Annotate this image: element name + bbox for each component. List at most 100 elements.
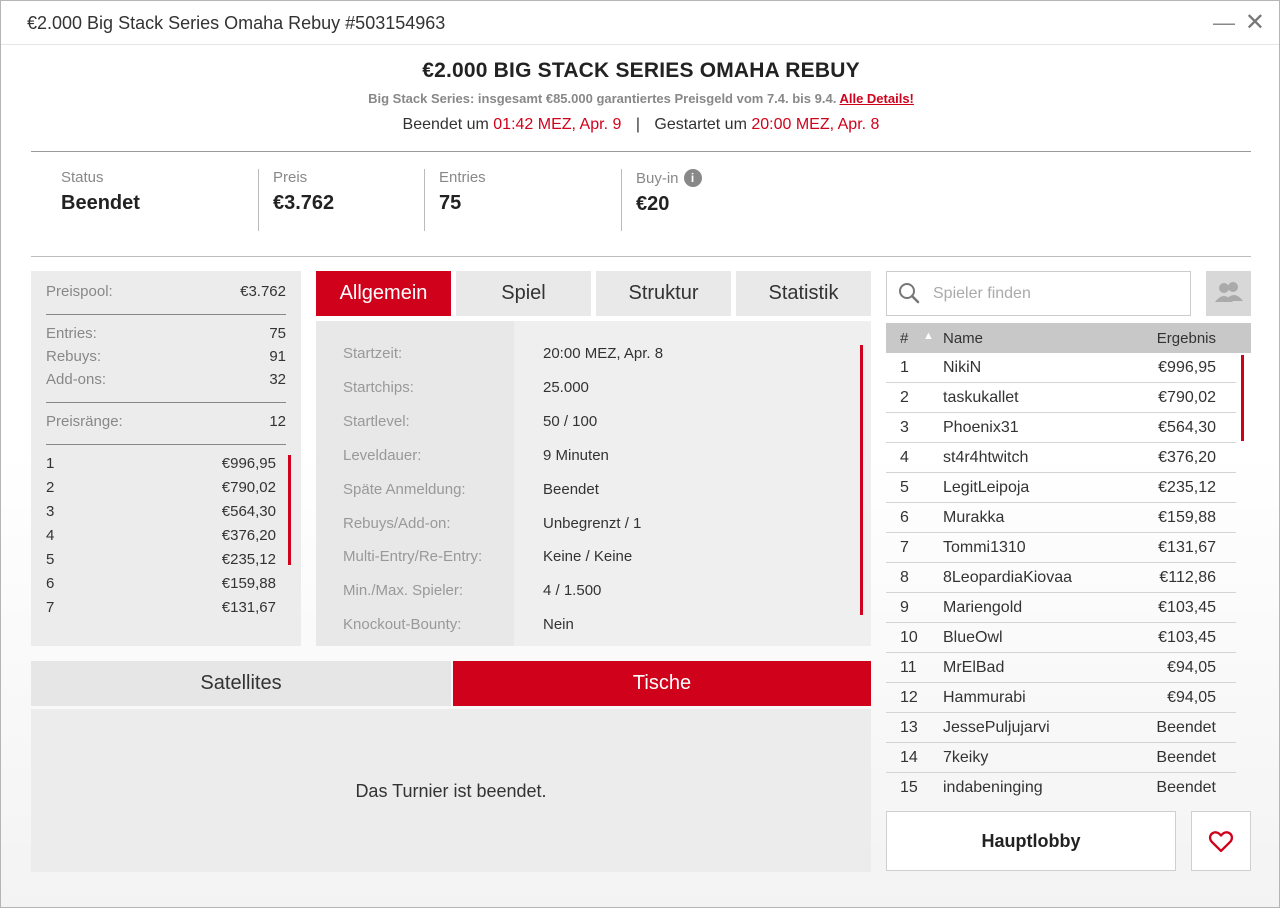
tournament-lobby-window: €2.000 Big Stack Series Omaha Rebuy #503… <box>0 0 1280 908</box>
player-row[interactable]: 15 indabeninging Beendet <box>886 773 1236 801</box>
ended-label: Beendet um <box>402 116 489 133</box>
player-row[interactable]: 9 Mariengold €103,45 <box>886 593 1236 623</box>
tournament-ended-message: Das Turnier ist beendet. <box>355 781 547 801</box>
window-title: €2.000 Big Stack Series Omaha Rebuy #503… <box>27 13 446 33</box>
rank-position: 3 <box>46 503 55 520</box>
detail-label: Min./Max. Spieler: <box>343 582 464 599</box>
prizepool-row: Preispool: €3.762 <box>46 283 286 306</box>
title-bar: €2.000 Big Stack Series Omaha Rebuy #503… <box>1 1 1279 45</box>
player-rank: 6 <box>900 509 909 526</box>
prize-rank-row: 4 €376,20 <box>46 527 276 551</box>
stat-label: Preis <box>273 169 308 186</box>
player-name: Hammurabi <box>943 689 1026 706</box>
prizepool-value: €3.762 <box>240 283 286 300</box>
friends-button[interactable] <box>1206 271 1251 316</box>
stat-value: 75 <box>439 192 462 214</box>
player-name: JessePuljujarvi <box>943 719 1050 736</box>
player-row[interactable]: 10 BlueOwl €103,45 <box>886 623 1236 653</box>
scrollbar[interactable] <box>288 455 291 565</box>
info-tabs: Allgemein Spiel Struktur Statistik <box>316 271 871 316</box>
prize-panel: Preispool: €3.762 Entries: 75 Rebuys: 91… <box>31 271 301 646</box>
rank-position: 4 <box>46 527 55 544</box>
player-name: taskukallet <box>943 389 1019 406</box>
prize-rank-list[interactable]: 1 €996,95 2 €790,02 3 €564,30 4 €376,20 5 €23… <box>46 455 291 623</box>
player-rank: 3 <box>900 419 909 436</box>
detail-label: Multi-Entry/Re-Entry: <box>343 548 483 565</box>
search-input[interactable]: Spieler finden <box>933 285 1031 303</box>
player-rank: 12 <box>900 689 918 706</box>
player-row[interactable]: 2 taskukallet €790,02 <box>886 383 1236 413</box>
player-result: Beendet <box>1156 779 1216 796</box>
player-rank: 7 <box>900 539 909 556</box>
tab-structure[interactable]: Struktur <box>596 271 731 316</box>
tab-game[interactable]: Spiel <box>456 271 591 316</box>
stat-label: Status <box>61 169 104 186</box>
detail-label: Späte Anmeldung: <box>343 481 466 498</box>
prize-rank-row: 2 €790,02 <box>46 479 276 503</box>
scrollbar[interactable] <box>1241 355 1244 441</box>
all-details-link[interactable]: Alle Details! <box>839 91 913 106</box>
player-row[interactable]: 5 LegitLeipoja €235,12 <box>886 473 1236 503</box>
ended-time: 01:42 MEZ, Apr. 9 <box>493 116 622 133</box>
close-button[interactable]: ✕ <box>1245 8 1265 37</box>
minimize-button[interactable]: — <box>1213 10 1235 36</box>
rank-column-header[interactable]: # <box>900 330 908 347</box>
info-icon[interactable]: i <box>683 169 702 187</box>
player-row[interactable]: 6 Murakka €159,88 <box>886 503 1236 533</box>
prizepool-label: Preispool: <box>46 283 113 300</box>
player-search[interactable]: Spieler finden <box>886 271 1191 316</box>
detail-row: Min./Max. Spieler: 4 / 1.500 <box>316 582 871 616</box>
detail-row: Startlevel: 50 / 100 <box>316 413 871 447</box>
main-lobby-button[interactable]: Hauptlobby <box>886 811 1176 871</box>
player-list-header: # ▲ Name Ergebnis <box>886 323 1251 353</box>
stat-label: Buy-in i <box>636 169 702 187</box>
tournament-times: Beendet um 01:42 MEZ, Apr. 9 | Gestartet… <box>31 116 1251 134</box>
tab-statistics[interactable]: Statistik <box>736 271 871 316</box>
tournament-subtitle: Big Stack Series: insgesamt €85.000 gara… <box>31 91 1251 106</box>
player-row[interactable]: 3 Phoenix31 €564,30 <box>886 413 1236 443</box>
entries-value: 75 <box>269 325 286 342</box>
scrollbar[interactable] <box>860 345 863 615</box>
result-column-header[interactable]: Ergebnis <box>1157 330 1216 347</box>
stats-bar: Status Beendet Preis €3.762 Entries 75 B… <box>31 169 831 231</box>
tab-general[interactable]: Allgemein <box>316 271 451 316</box>
player-row[interactable]: 4 st4r4htwitch €376,20 <box>886 443 1236 473</box>
rank-position: 5 <box>46 551 55 568</box>
detail-value: 9 Minuten <box>543 447 609 464</box>
player-rank: 15 <box>900 779 918 796</box>
name-column-header[interactable]: Name <box>943 330 983 347</box>
tab-satellites[interactable]: Satellites <box>31 661 451 706</box>
player-name: Mariengold <box>943 599 1023 616</box>
player-row[interactable]: 7 Tommi1310 €131,67 <box>886 533 1236 563</box>
prize-rank-row: 1 €996,95 <box>46 455 276 479</box>
tab-tables[interactable]: Tische <box>453 661 871 706</box>
player-result: €103,45 <box>1158 629 1216 646</box>
player-name: NikiN <box>943 359 982 376</box>
player-row[interactable]: 14 7keiky Beendet <box>886 743 1236 773</box>
entries-row: Entries: 75 <box>46 325 286 348</box>
player-rank: 8 <box>900 569 909 586</box>
detail-row: Startchips: 25.000 <box>316 379 871 413</box>
player-row[interactable]: 13 JessePuljujarvi Beendet <box>886 713 1236 743</box>
player-row[interactable]: 12 Hammurabi €94,05 <box>886 683 1236 713</box>
detail-value: 20:00 MEZ, Apr. 8 <box>543 345 664 362</box>
rank-position: 6 <box>46 575 55 592</box>
stat-entries: Entries 75 <box>424 169 486 231</box>
tournament-name: €2.000 BIG STACK SERIES OMAHA REBUY <box>422 59 860 82</box>
favorite-button[interactable] <box>1191 811 1251 871</box>
stat-prize: Preis €3.762 <box>258 169 334 231</box>
divider <box>31 256 1251 257</box>
player-name: st4r4htwitch <box>943 449 1029 466</box>
detail-row: Knockout-Bounty: Nein <box>316 616 871 646</box>
divider <box>46 314 286 315</box>
player-result: €235,12 <box>1158 479 1216 496</box>
player-row[interactable]: 1 NikiN €996,95 <box>886 353 1236 383</box>
player-result: €112,86 <box>1159 569 1216 586</box>
series-description: Big Stack Series: insgesamt €85.000 gara… <box>368 91 837 106</box>
prize-ranks-row: Preisränge: 12 <box>46 413 286 436</box>
player-list: # ▲ Name Ergebnis 1 NikiN €996,95 2 taskuka… <box>886 323 1251 801</box>
rebuys-value: 91 <box>269 348 286 365</box>
detail-value: Beendet <box>543 481 599 498</box>
player-row[interactable]: 8 8LeopardiaKiovaa €112,86 <box>886 563 1236 593</box>
player-row[interactable]: 11 MrElBad €94,05 <box>886 653 1236 683</box>
